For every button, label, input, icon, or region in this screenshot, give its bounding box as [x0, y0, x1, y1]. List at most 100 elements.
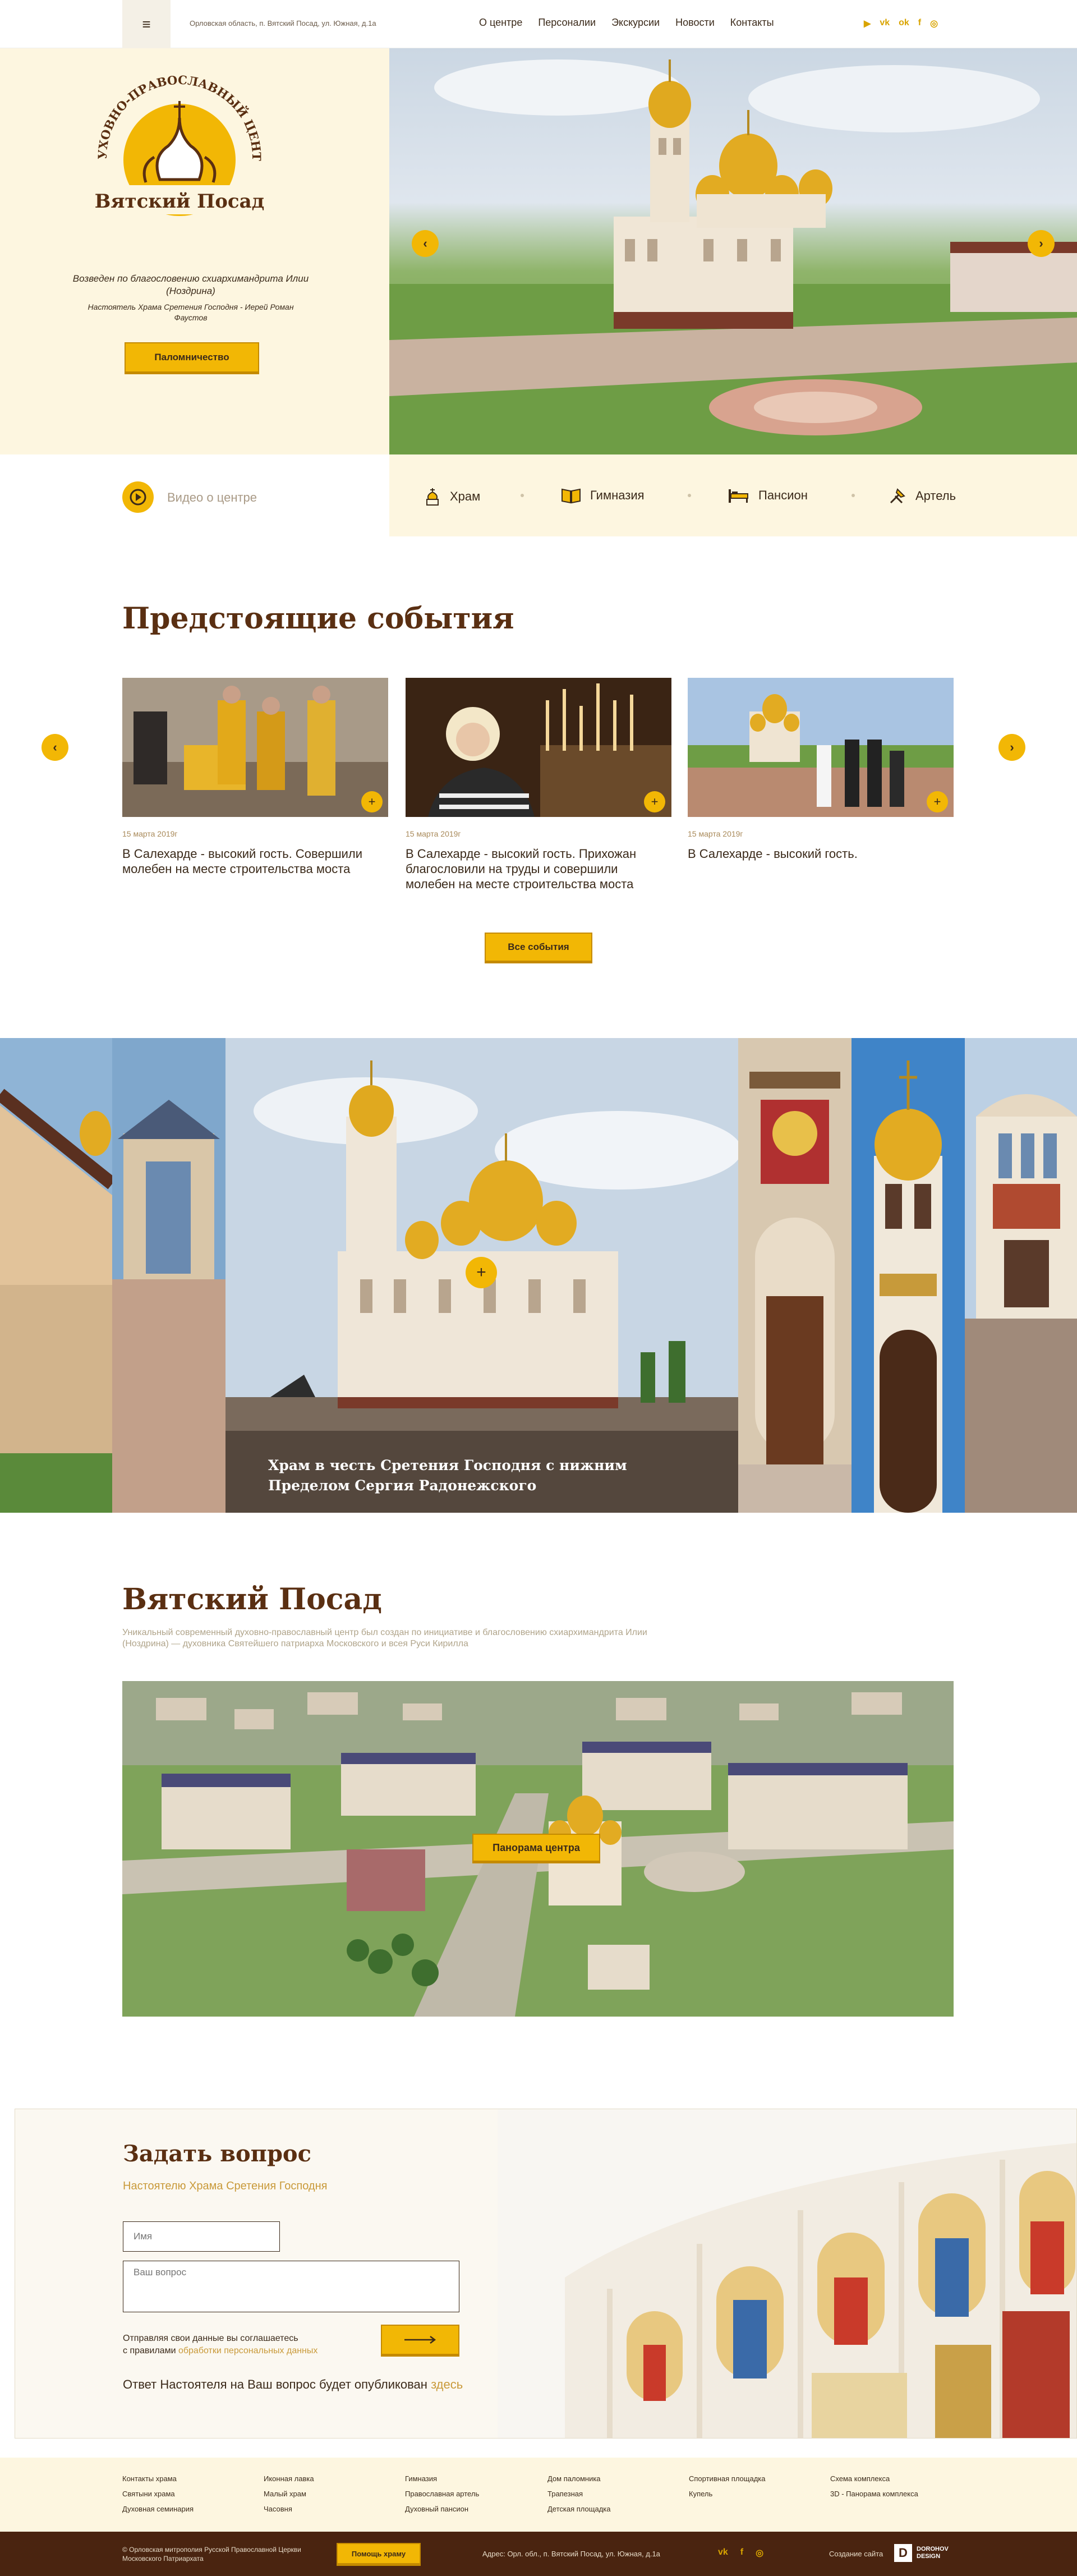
instagram-icon[interactable]: ◎	[756, 2547, 763, 2559]
consent-line1: Отправляя свои данные вы соглашаетесь	[123, 2334, 298, 2343]
footer-link[interactable]: Духовный пансион	[405, 2501, 479, 2517]
site-header: ≡ Орловская область, п. Вятский Посад, у…	[0, 0, 1077, 48]
footer-link[interactable]: Малый храм	[264, 2486, 314, 2501]
nav-news[interactable]: Новости	[675, 17, 715, 29]
footer-address: Адрес: Орл. обл., п. Вятский Посад, ул. …	[482, 2550, 660, 2558]
vk-icon[interactable]: vk	[718, 2547, 728, 2559]
event-title[interactable]: В Салехарде - высокий гость. Прихожан бл…	[406, 846, 664, 892]
events-prev-arrow[interactable]: ‹	[42, 734, 68, 761]
plus-icon[interactable]: +	[927, 791, 948, 812]
event-date: 15 марта 2019г	[122, 829, 178, 838]
plus-icon[interactable]: +	[644, 791, 665, 812]
arrow-right-icon	[404, 2336, 436, 2344]
event-title[interactable]: В Салехарде - высокий гость. Совершили м…	[122, 846, 380, 876]
nav-about[interactable]: О центре	[479, 17, 522, 29]
main-nav: О центре Персоналии Экскурсии Новости Ко…	[479, 17, 774, 29]
tab-separator	[852, 494, 855, 497]
footer-link[interactable]: Детская площадка	[547, 2501, 610, 2517]
footer-bottom-bar: © Орловская митрополия Русской Православ…	[0, 2532, 1077, 2576]
tab-artel[interactable]: Артель	[889, 487, 956, 505]
footer-link[interactable]: Православная артель	[405, 2486, 479, 2501]
plus-icon[interactable]: +	[361, 791, 383, 812]
gallery-plus-icon[interactable]: +	[466, 1257, 497, 1288]
logo-name: Вятский Посад	[95, 190, 265, 213]
question-subtitle: Настоятелю Храма Сретения Господня	[123, 2180, 328, 2192]
hero-rector: Настоятель Храма Сретения Господня - Иер…	[88, 302, 294, 322]
video-link[interactable]: Видео о центре	[167, 490, 257, 505]
book-icon	[561, 488, 581, 504]
bed-icon	[729, 489, 748, 503]
nav-tours[interactable]: Экскурсии	[611, 17, 660, 29]
footer-link[interactable]: 3D - Панорама комплекса	[830, 2486, 918, 2501]
studio-logo-icon: D	[894, 2544, 912, 2562]
hero-next-arrow[interactable]: ›	[1028, 230, 1055, 257]
footer-link[interactable]: Дом паломника	[547, 2471, 610, 2486]
ok-icon[interactable]: ok	[899, 18, 909, 29]
hero-blessing: Возведен по благословению схиархимандрит…	[72, 273, 309, 296]
iconostasis-photo	[498, 2109, 1076, 2438]
question-textarea[interactable]	[123, 2261, 459, 2312]
footer-social: vk f ◎	[718, 2547, 763, 2559]
copyright: © Орловская митрополия Русской Православ…	[122, 2546, 301, 2563]
events-next-arrow[interactable]: ›	[998, 734, 1025, 761]
event-title[interactable]: В Салехарде - высокий гость.	[688, 846, 946, 861]
facebook-icon[interactable]: f	[918, 18, 921, 29]
play-icon[interactable]	[122, 481, 154, 513]
consent-line2: с правилами	[123, 2346, 176, 2355]
footer-link[interactable]: Схема комплекса	[830, 2471, 918, 2486]
gallery-panel[interactable]	[965, 1038, 1077, 1513]
nav-people[interactable]: Персоналии	[538, 17, 596, 29]
name-input[interactable]	[123, 2221, 280, 2252]
church-icon	[426, 488, 439, 506]
tab-church[interactable]: Храм	[424, 487, 480, 506]
social-links: ▶ vk ok f ◎	[864, 18, 938, 29]
send-button[interactable]	[381, 2325, 459, 2355]
event-card-image[interactable]	[688, 678, 954, 817]
footer-link[interactable]: Иконная лавка	[264, 2471, 314, 2486]
instagram-icon[interactable]: ◎	[930, 18, 938, 29]
footer-column: Гимназия Православная артель Духовный па…	[405, 2471, 479, 2517]
nav-contacts[interactable]: Контакты	[730, 17, 774, 29]
studio-name: DOROHOV DESIGN	[917, 2546, 949, 2560]
footer-link[interactable]: Контакты храма	[122, 2471, 194, 2486]
gallery-panel[interactable]	[852, 1038, 965, 1513]
all-events-button[interactable]: Все события	[485, 933, 592, 962]
question-title: Задать вопрос	[123, 2141, 311, 2167]
tab-gymnasium[interactable]: Гимназия	[561, 487, 645, 504]
footer-link[interactable]: Гимназия	[405, 2471, 479, 2486]
footer-link[interactable]: Святыни храма	[122, 2486, 194, 2501]
tab-label: Артель	[915, 489, 956, 503]
hero-prev-arrow[interactable]: ‹	[412, 230, 439, 257]
footer-column: Дом паломника Трапезная Детская площадка	[547, 2471, 610, 2517]
studio-logo[interactable]: D DOROHOV DESIGN	[894, 2544, 949, 2562]
footer-link[interactable]: Духовная семинария	[122, 2501, 194, 2517]
panorama-button[interactable]: Панорама центра	[472, 1834, 600, 1862]
menu-icon[interactable]: ≡	[122, 0, 171, 48]
header-address: Орловская область, п. Вятский Посад, ул.…	[190, 19, 376, 27]
gallery-panel[interactable]	[0, 1038, 112, 1513]
gallery-panel[interactable]	[112, 1038, 225, 1513]
footer-column: Иконная лавка Малый храм Часовня	[264, 2471, 314, 2517]
about-text: Уникальный современный духовно-православ…	[122, 1628, 647, 1649]
buildings-gallery	[0, 1038, 1077, 1513]
footer-link[interactable]: Купель	[689, 2486, 766, 2501]
footer-link[interactable]: Трапезная	[547, 2486, 610, 2501]
tab-pension[interactable]: Пансион	[727, 487, 808, 504]
gallery-panel[interactable]	[738, 1038, 852, 1513]
event-card-image[interactable]	[406, 678, 671, 817]
help-temple-button[interactable]: Помощь храму	[337, 2543, 421, 2564]
event-card-image[interactable]	[122, 678, 388, 817]
tab-separator	[688, 494, 691, 497]
youtube-icon[interactable]: ▶	[864, 18, 871, 29]
events-title: Предстоящие события	[122, 601, 514, 636]
pilgrimage-button[interactable]: Паломничество	[125, 342, 259, 373]
event-date: 15 марта 2019г	[688, 829, 743, 838]
about-title: Вятский Посад	[122, 1582, 382, 1617]
privacy-policy-link[interactable]: обработки персональных данных	[178, 2346, 317, 2355]
facebook-icon[interactable]: f	[740, 2547, 743, 2559]
footer-link[interactable]: Часовня	[264, 2501, 314, 2517]
tab-label: Храм	[450, 489, 481, 503]
footer-link[interactable]: Спортивная площадка	[689, 2471, 766, 2486]
vk-icon[interactable]: vk	[880, 18, 890, 29]
answer-link[interactable]: здесь	[431, 2377, 463, 2391]
